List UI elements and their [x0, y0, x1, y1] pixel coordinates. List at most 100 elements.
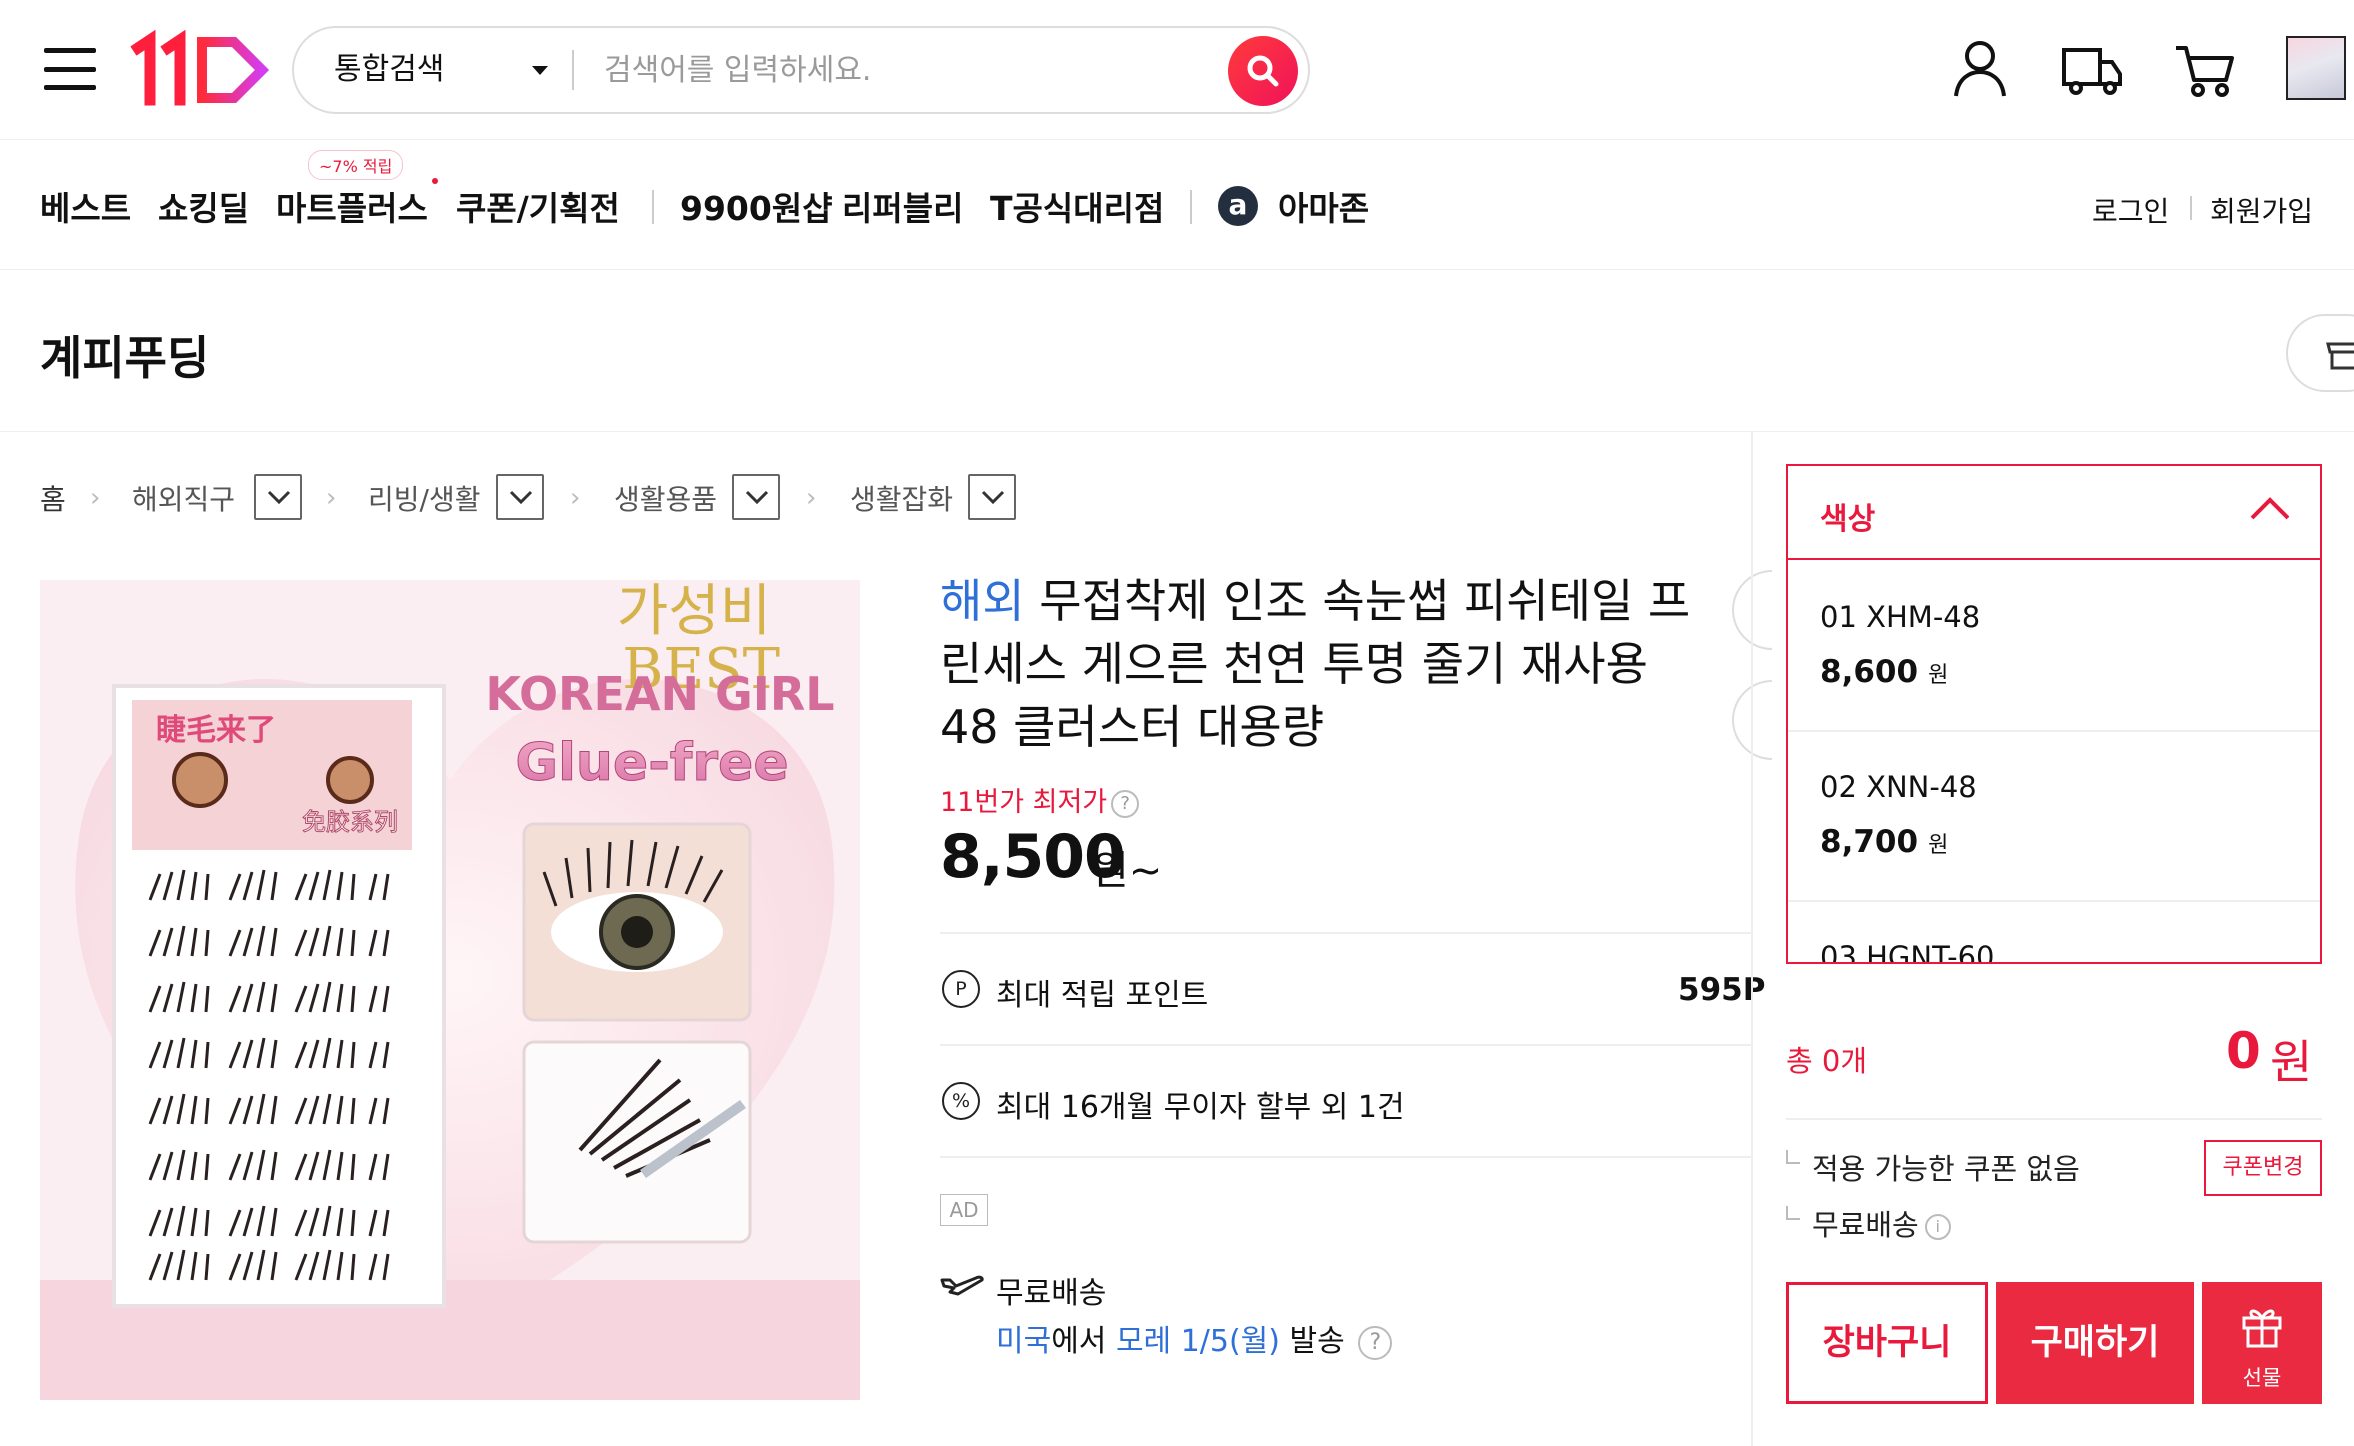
menu-icon[interactable]: [44, 48, 96, 90]
new-dot: [432, 178, 438, 184]
max-points-label: 최대 적립 포인트: [996, 978, 1209, 1013]
tree-corner-icon: [1786, 1206, 1800, 1220]
breadcrumb-misc[interactable]: 생활잡화: [850, 478, 953, 518]
breadcrumb-dropdown[interactable]: [254, 474, 302, 520]
free-shipping-label: 무료배송: [1812, 1208, 1919, 1242]
total-price: 0: [2226, 1022, 2261, 1080]
breadcrumb-household[interactable]: 생활용품: [614, 478, 717, 518]
divider: [1786, 1118, 2322, 1120]
shipping-info: 미국에서 모레 1/5(월) 발송 ?: [996, 1316, 1393, 1360]
panel-border: [1751, 432, 1753, 1446]
nav-item-9900-shop[interactable]: 9900원샵: [680, 182, 833, 230]
login-link[interactable]: 로그인: [2092, 190, 2169, 230]
search-type-select[interactable]: 통합검색: [334, 28, 444, 112]
option-price-unit: 원: [1928, 833, 1949, 858]
nav-item-amazon[interactable]: 아마존: [1278, 182, 1369, 230]
breadcrumb-dropdown[interactable]: [496, 474, 544, 520]
tree-corner-icon: [1786, 1150, 1800, 1164]
chevron-down-icon: [267, 490, 291, 505]
store-name[interactable]: 계피푸딩: [40, 322, 209, 388]
top-header: 통합검색: [0, 0, 2354, 140]
option-price: 8,700 원: [1820, 824, 1948, 860]
nav-item-t-official[interactable]: T공식대리점: [990, 182, 1164, 230]
question-icon[interactable]: ?: [1111, 789, 1140, 818]
chevron-right-icon: ›: [570, 483, 581, 513]
lowest-price-label: 11번가 최저가?: [940, 780, 1140, 819]
promo-text-glue-free: Glue-free: [515, 733, 788, 793]
total-count: 총 0개: [1786, 1044, 1868, 1078]
gift-label: 선물: [2242, 1366, 2282, 1390]
cart-icon[interactable]: [2172, 36, 2236, 100]
change-coupon-button[interactable]: 쿠폰변경: [2204, 1140, 2322, 1196]
chevron-right-icon: ›: [326, 483, 337, 513]
point-icon: P: [942, 970, 980, 1008]
price-unit: 원~: [1092, 848, 1163, 894]
airplane-icon: [940, 1275, 984, 1296]
gift-button[interactable]: 선물: [2202, 1282, 2322, 1404]
coupon-status: 적용 가능한 쿠폰 없음: [1812, 1152, 2080, 1186]
user-icon[interactable]: [1948, 36, 2012, 100]
percent-icon: %: [942, 1082, 980, 1120]
question-icon[interactable]: ?: [1358, 1325, 1393, 1360]
lowest-price-text: 11번가 최저가: [940, 787, 1108, 818]
breadcrumb-dropdown[interactable]: [732, 474, 780, 520]
divider: [940, 932, 1752, 934]
box-sub-text: 免胶系列: [302, 808, 398, 836]
chevron-down-icon: [745, 490, 769, 505]
nav-separator: [652, 190, 654, 224]
category-nav: 베스트 쇼킹딜 ~7% 적립 마트플러스 쿠폰/기획전 9900원샵 리퍼블리 …: [0, 140, 2354, 270]
option-item[interactable]: 03 HGNT-60: [1788, 902, 2320, 964]
search-input[interactable]: [604, 42, 1194, 98]
color-option-header[interactable]: 색상: [1788, 466, 2320, 560]
brand-logo[interactable]: [124, 30, 272, 110]
nav-item-refurbly[interactable]: 리퍼블리: [842, 182, 963, 230]
nav-item-best[interactable]: 베스트: [40, 182, 131, 230]
breadcrumb-dropdown[interactable]: [968, 474, 1016, 520]
shipping-origin: 미국: [996, 1324, 1052, 1359]
chevron-right-icon: ›: [806, 483, 817, 513]
promo-text-value: 가성비: [617, 580, 772, 644]
buy-now-button[interactable]: 구매하기: [1996, 1282, 2194, 1404]
divider: [940, 1156, 1752, 1158]
color-option-dropdown: 색상 01 XHM-48 8,600 원 02 XNN-48 8,700 원 03 …: [1786, 464, 2322, 964]
recent-product-thumbnail[interactable]: [2286, 36, 2346, 100]
option-price-unit: 원: [1928, 663, 1949, 688]
free-shipping-info: 무료배송 i: [1812, 1202, 1951, 1244]
nav-item-coupon[interactable]: 쿠폰/기획전: [456, 182, 620, 230]
search-icon: [1247, 55, 1279, 87]
shipping-mid-text: 에서: [1051, 1324, 1107, 1359]
store-home-button[interactable]: [2286, 314, 2354, 392]
search-button[interactable]: [1228, 36, 1298, 106]
installment-info[interactable]: 최대 16개월 무이자 할부 외 1건: [996, 1082, 1405, 1126]
promo-text-korean-girl: KOREAN GIRL: [485, 667, 834, 721]
nav-separator: [1190, 190, 1192, 224]
nav-separator: [2190, 196, 2192, 220]
add-to-cart-button[interactable]: 장바구니: [1786, 1282, 1988, 1404]
breadcrumb-home[interactable]: 홈: [40, 478, 66, 518]
chevron-down-icon: [509, 490, 533, 505]
info-icon[interactable]: i: [1924, 1214, 1951, 1240]
nav-item-mart-plus[interactable]: 마트플러스: [276, 182, 428, 230]
divider: [940, 1044, 1752, 1046]
shipping-title: 무료배송: [996, 1276, 1107, 1311]
breadcrumb-overseas[interactable]: 해외직구: [132, 478, 235, 518]
total-price-unit: 원: [2270, 1035, 2313, 1089]
option-item[interactable]: 01 XHM-48 8,600 원: [1788, 562, 2320, 732]
caret-down-icon[interactable]: [532, 66, 548, 75]
product-main-image[interactable]: 睫毛来了 免胶系列 가성비 BEST KOREAN GIRL Glue-free: [40, 580, 860, 1400]
breadcrumb-living[interactable]: 리빙/생활: [368, 478, 480, 518]
option-item[interactable]: 02 XNN-48 8,700 원: [1788, 732, 2320, 902]
product-title: 해외 무접착제 인조 속눈썹 피쉬테일 프린세스 게으른 천연 투명 줄기 재사…: [940, 570, 1720, 759]
gift-icon: [2242, 1309, 2282, 1348]
amazon-icon[interactable]: a: [1218, 186, 1258, 226]
box-title-text: 睫毛来了: [156, 713, 276, 748]
store-header: 계피푸딩: [0, 270, 2354, 432]
delivery-truck-icon[interactable]: [2060, 36, 2124, 100]
option-name: 03 HGNT-60: [1820, 940, 1995, 964]
option-name: 01 XHM-48: [1820, 600, 1981, 634]
mart-plus-badge: ~7% 적립: [308, 150, 404, 180]
ad-badge: AD: [940, 1194, 988, 1226]
nav-item-shocking-deal[interactable]: 쇼킹딜: [158, 182, 249, 230]
store-icon: [2326, 342, 2354, 370]
signup-link[interactable]: 회원가입: [2210, 190, 2313, 230]
